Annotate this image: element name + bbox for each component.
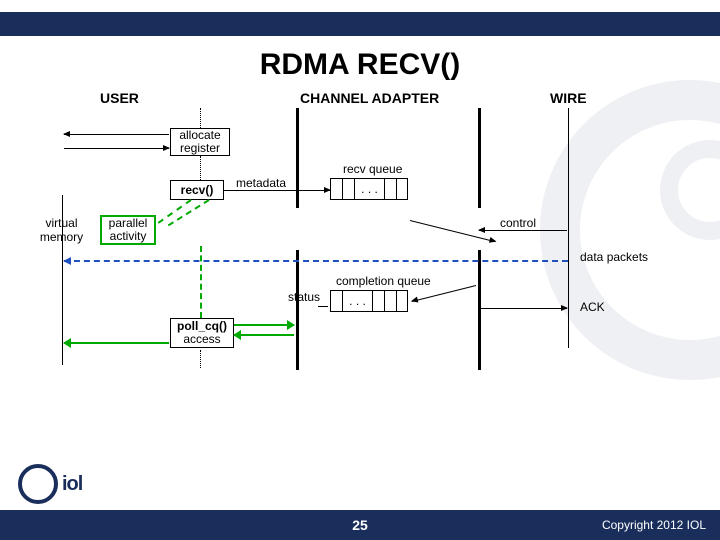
page-number: 25: [352, 517, 368, 533]
virtual-memory-label: virtual memory: [34, 216, 89, 244]
activity-down-dash: [200, 246, 202, 318]
wire-lifeline: [568, 108, 569, 348]
recv-queue-label: recv queue: [343, 162, 402, 176]
recv-box: recv(): [170, 180, 224, 200]
lane-wire: WIRE: [550, 90, 587, 106]
poll-arrow-right: [234, 324, 294, 326]
completion-queue-label: completion queue: [336, 274, 431, 288]
copyright-text: Copyright 2012 IOL: [602, 518, 706, 532]
control-arrow: [479, 230, 567, 231]
allocate-arrow-left: [64, 134, 169, 135]
status-connector: [318, 306, 328, 307]
user-dotted-bottom: [200, 350, 201, 368]
status-label: status: [288, 290, 320, 304]
completion-queue-dots: . . .: [342, 290, 372, 312]
completion-queue: . . .: [330, 290, 408, 312]
recv-queue-dots: . . .: [354, 178, 384, 200]
data-packets-label: data packets: [580, 250, 648, 264]
recv-queue: . . .: [330, 178, 408, 200]
metadata-arrow: [224, 190, 330, 191]
poll-access-box: poll_cq() access: [170, 318, 234, 348]
logo-circle-icon: [18, 464, 58, 504]
sequence-diagram: USER CHANNEL ADAPTER WIRE allocate regis…: [40, 90, 680, 370]
logo-text: iol: [62, 473, 82, 496]
user-dotted-mid: [200, 156, 201, 180]
parallel-activity-box: parallel activity: [100, 215, 156, 245]
recv-label: recv(): [181, 183, 214, 197]
metadata-label: metadata: [236, 176, 286, 190]
ack-arrow: [479, 308, 567, 309]
access-arrow: [64, 342, 169, 344]
adapter-right-line2: [478, 250, 481, 370]
user-dotted-top: [200, 108, 201, 128]
data-packets-line: [64, 260, 568, 262]
adapter-right-line: [478, 108, 481, 208]
allocate-register-box: allocate register: [170, 128, 230, 156]
control-label: control: [500, 216, 536, 230]
register-label: register: [180, 142, 220, 155]
lane-adapter: CHANNEL ADAPTER: [300, 90, 439, 106]
iol-logo: iol: [18, 464, 82, 504]
poll-arrow-left: [234, 334, 294, 336]
footer-bar: 25 Copyright 2012 IOL: [0, 510, 720, 540]
slide-title: RDMA RECV(): [0, 48, 720, 82]
top-accent-bar: [0, 12, 720, 36]
adapter-left-line: [296, 108, 299, 208]
ack-label: ACK: [580, 300, 605, 314]
register-arrow-right: [64, 148, 169, 149]
lane-user: USER: [100, 90, 139, 106]
adapter-left-line2: [296, 250, 299, 370]
access-label: access: [183, 333, 220, 346]
